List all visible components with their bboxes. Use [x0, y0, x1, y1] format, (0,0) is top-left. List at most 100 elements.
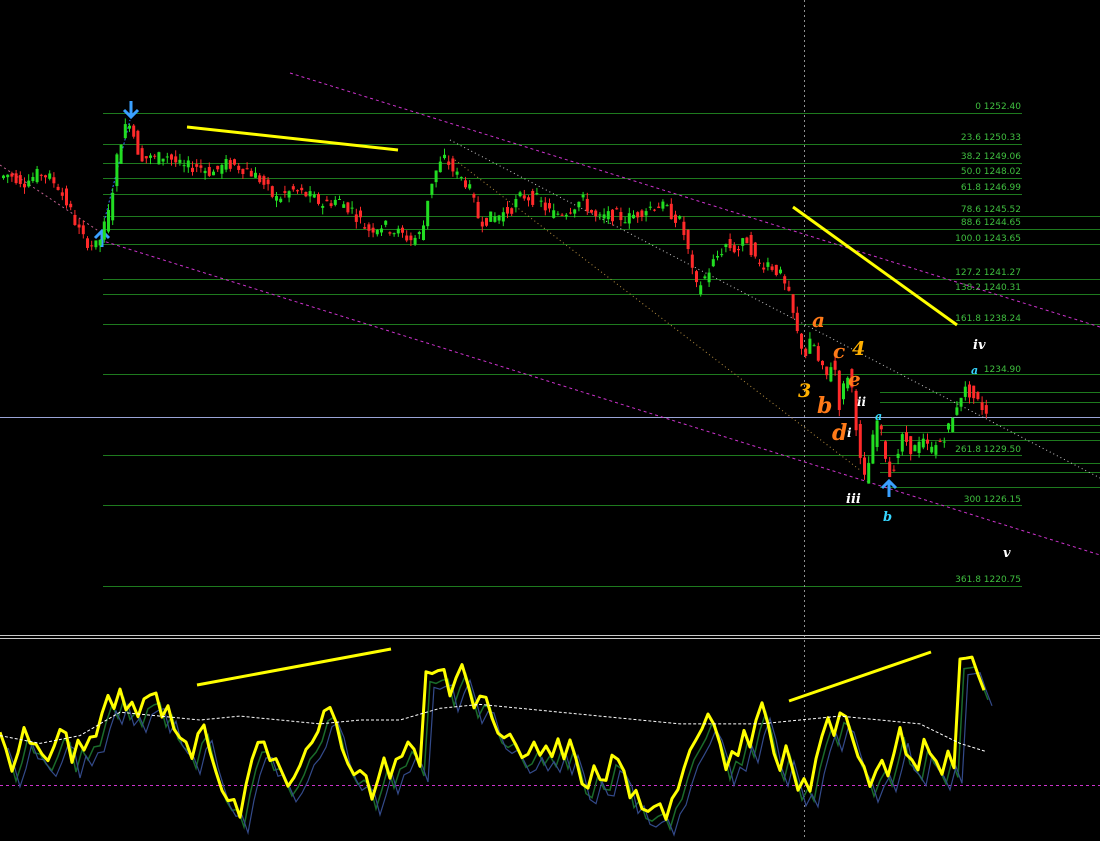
candle-body — [48, 173, 52, 179]
candle-body — [338, 198, 341, 200]
candle-body — [867, 462, 871, 484]
candle-body — [409, 235, 413, 241]
candle-body — [741, 238, 745, 246]
wave-label: iv — [973, 338, 986, 353]
candle-body — [186, 160, 190, 168]
candle-body — [669, 203, 673, 220]
candle-body — [737, 249, 740, 251]
candle-body — [602, 214, 606, 219]
candle-body — [380, 228, 383, 233]
candle-body — [716, 255, 719, 258]
candle-body — [493, 216, 497, 222]
candle-body — [556, 213, 560, 215]
candle-body — [951, 417, 955, 433]
candle-body — [812, 345, 816, 347]
fib-level-label: 361.8 1220.75 — [955, 575, 1021, 585]
candle-body — [287, 191, 291, 198]
candle-body — [497, 215, 501, 221]
candle-body — [816, 346, 820, 361]
candle-body — [98, 239, 102, 246]
candle-body — [102, 221, 106, 240]
candle-body — [947, 423, 950, 430]
candle-body — [871, 434, 875, 464]
candle — [837, 369, 841, 417]
candle-body — [884, 441, 887, 459]
candle-body — [468, 184, 472, 189]
candle-body — [703, 276, 707, 279]
candle-body — [10, 173, 14, 177]
candle-body — [426, 200, 430, 227]
candle-body — [699, 285, 703, 295]
candle-body — [107, 210, 110, 232]
candle-body — [535, 192, 539, 194]
candle-body — [182, 165, 186, 167]
candle-body — [808, 338, 812, 354]
candle-body — [296, 190, 299, 192]
candle — [65, 185, 68, 209]
chart: 0 1252.40 23.6 1250.33 38.2 1249.06 50.0 12… — [0, 0, 1100, 837]
candle-body — [451, 158, 455, 172]
candle-body — [485, 217, 488, 226]
candle-body — [65, 188, 68, 206]
candle-body — [153, 155, 157, 157]
candle-body — [258, 175, 262, 183]
candle — [753, 241, 757, 259]
candle-body — [678, 216, 682, 219]
candle-body — [758, 262, 761, 264]
candle-body — [724, 244, 728, 248]
candle-body — [86, 238, 89, 248]
candle-body — [476, 201, 480, 219]
candle-body — [291, 186, 295, 190]
candle-body — [405, 235, 409, 241]
wave-label: c — [833, 339, 845, 363]
candle-body — [279, 198, 283, 202]
candle-body — [594, 210, 598, 217]
candle-body — [128, 125, 131, 129]
candle-body — [569, 212, 572, 214]
candle-body — [686, 229, 690, 249]
candle-body — [573, 209, 577, 214]
wave-label: v — [1003, 546, 1011, 561]
candle-body — [144, 156, 148, 159]
candle-body — [653, 209, 656, 211]
candle — [745, 236, 749, 244]
price-chart-svg: 0 1252.40 23.6 1250.33 38.2 1249.06 50.0 12… — [0, 0, 1100, 837]
wave-label: d — [832, 420, 847, 446]
candle-body — [955, 407, 959, 415]
candle-body — [31, 177, 35, 181]
candle-body — [766, 262, 770, 267]
candle-body — [262, 176, 266, 185]
candle — [136, 129, 140, 155]
candle-body — [501, 212, 505, 222]
candle-body — [787, 286, 791, 291]
candle-body — [779, 269, 782, 274]
candle-body — [220, 164, 224, 174]
candle — [871, 430, 875, 465]
candle-body — [564, 214, 568, 217]
candle-body — [543, 202, 547, 211]
fib-level-label: 50.0 1248.02 — [961, 167, 1021, 177]
candle-body — [275, 195, 278, 201]
candle-body — [195, 164, 199, 167]
wave-label: ii — [857, 395, 867, 409]
candle-body — [115, 154, 119, 187]
candle-body — [762, 267, 766, 270]
candle-body — [283, 191, 287, 193]
candle — [531, 188, 535, 208]
candle-body — [321, 205, 325, 208]
candle-body — [422, 225, 425, 241]
candle-body — [333, 199, 337, 205]
candle — [157, 151, 161, 165]
candle-body — [510, 208, 514, 214]
candle-body — [825, 366, 829, 376]
candle-body — [94, 240, 98, 248]
candle-body — [648, 206, 652, 208]
candle — [951, 417, 955, 433]
candle-body — [913, 445, 917, 452]
candle — [111, 188, 115, 226]
candle-body — [863, 457, 866, 475]
wave-label: a — [812, 308, 825, 332]
candle-body — [636, 212, 640, 218]
candle-body — [896, 453, 900, 458]
candle-body — [237, 165, 241, 170]
